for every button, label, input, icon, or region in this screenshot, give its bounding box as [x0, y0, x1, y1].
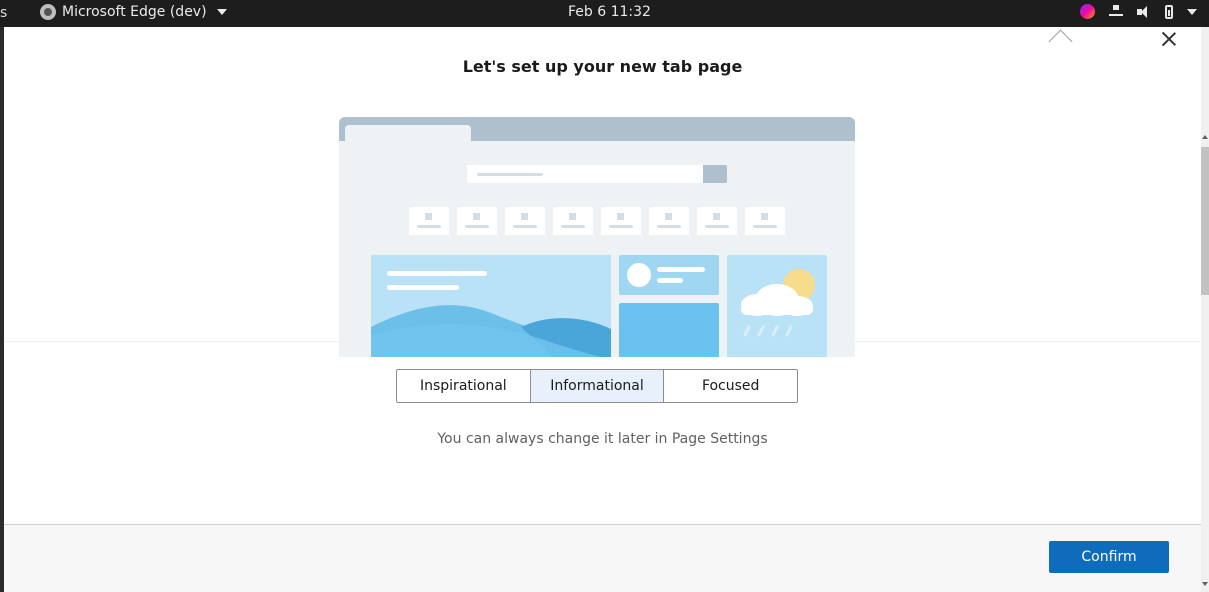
layout-option-informational[interactable]: Informational — [529, 370, 664, 402]
chevron-down-icon — [216, 9, 227, 15]
preview-tile — [697, 207, 737, 235]
preview-tile — [505, 207, 545, 235]
preview-headline-line — [387, 271, 487, 276]
clock[interactable]: Feb 6 11:32 — [568, 4, 651, 20]
preview-tile — [649, 207, 689, 235]
preview-news-card — [619, 255, 719, 295]
preview-tile — [553, 207, 593, 235]
preview-tile — [409, 207, 449, 235]
app-name: Microsoft Edge (dev) — [62, 4, 207, 20]
edge-app-icon — [40, 4, 56, 20]
preview-image-card — [619, 303, 719, 357]
preview-hero-card — [371, 255, 611, 357]
preview-tile — [457, 207, 497, 235]
edge-dev-icon[interactable] — [1080, 4, 1095, 19]
scroll-up-arrow-icon[interactable] — [1201, 130, 1209, 144]
layout-selector: Inspirational Informational Focused — [396, 369, 798, 403]
page-title: Let's set up your new tab page — [462, 57, 743, 76]
scroll-down-arrow-icon[interactable] — [1201, 578, 1209, 592]
preview-tile — [745, 207, 785, 235]
preview-search-placeholder — [477, 173, 543, 176]
app-menu[interactable]: Microsoft Edge (dev) — [40, 4, 227, 20]
weather-icon — [741, 269, 815, 337]
preview-weather-card — [727, 255, 827, 357]
cut-off-menu-text: s — [0, 5, 8, 21]
preview-search-button — [703, 165, 727, 183]
scrollbar-track[interactable] — [1201, 27, 1209, 592]
scrollbar-thumb[interactable] — [1201, 147, 1209, 295]
volume-icon[interactable] — [1137, 5, 1151, 19]
layout-preview-illustration — [339, 117, 855, 357]
network-icon[interactable] — [1109, 4, 1123, 19]
system-tray[interactable] — [1080, 4, 1197, 19]
system-top-bar: s Microsoft Edge (dev) Feb 6 11:32 — [0, 0, 1209, 27]
layout-option-inspirational[interactable]: Inspirational — [397, 370, 530, 402]
preview-tile — [601, 207, 641, 235]
chevron-up-icon[interactable] — [1048, 29, 1073, 54]
battery-icon[interactable] — [1165, 4, 1173, 19]
preview-subline — [387, 285, 459, 290]
layout-option-focused[interactable]: Focused — [663, 370, 797, 402]
chevron-down-icon[interactable] — [1187, 8, 1197, 15]
confirm-button[interactable]: Confirm — [1049, 541, 1169, 573]
preview-search-box — [467, 165, 703, 183]
close-icon[interactable] — [1161, 31, 1177, 47]
dialog-footer — [4, 524, 1201, 589]
settings-hint: You can always change it later in Page S… — [437, 431, 768, 447]
preview-tab — [345, 125, 471, 143]
preview-quick-links — [409, 207, 789, 235]
